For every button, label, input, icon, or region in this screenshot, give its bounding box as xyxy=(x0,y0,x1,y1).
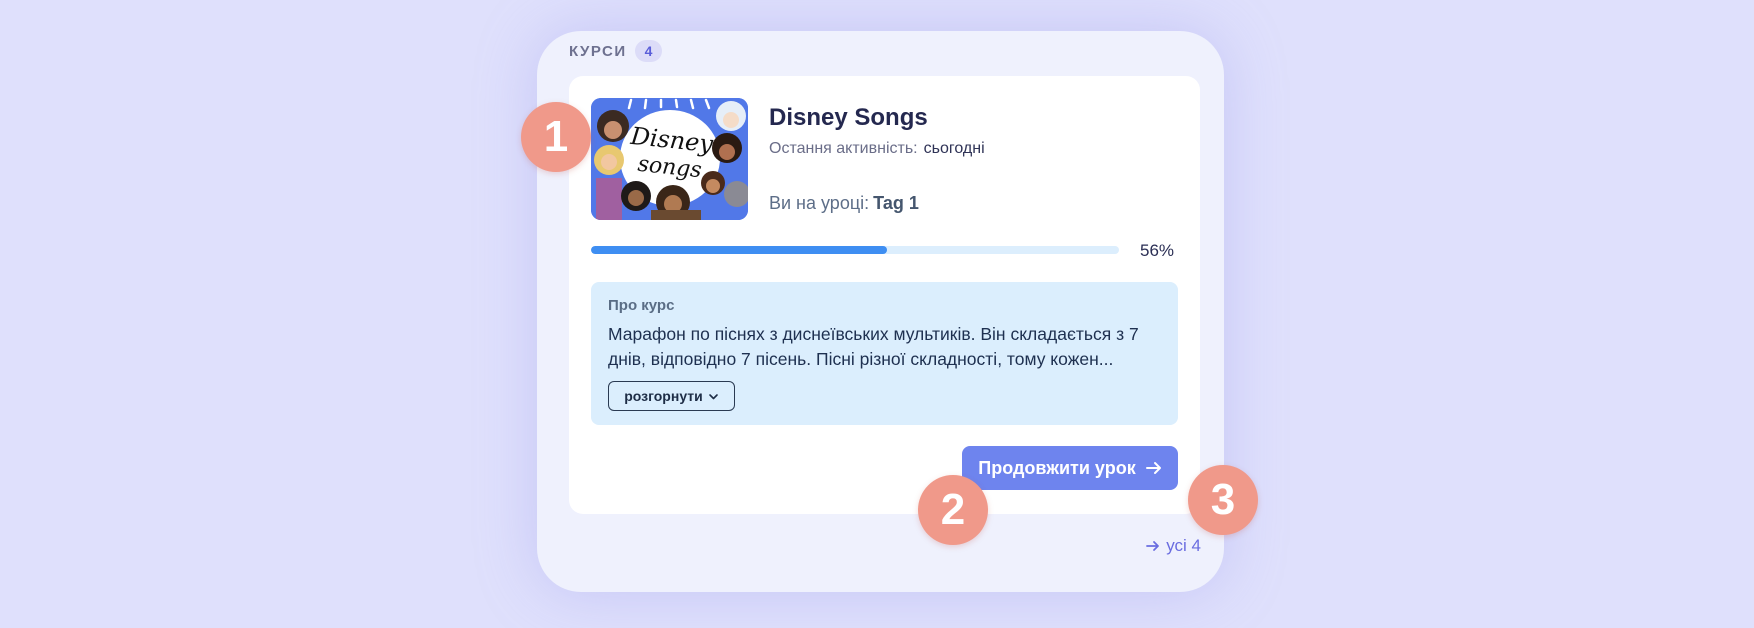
about-course-box: Про курс Марафон по піснях з диснеївськи… xyxy=(591,282,1178,425)
progress-percent: 56% xyxy=(1140,241,1175,260)
last-activity: Остання активність: сьогодні xyxy=(769,140,985,158)
arrow-right-icon xyxy=(1145,462,1161,474)
all-courses-label: усі 4 xyxy=(1166,536,1201,555)
progress-bar-fill xyxy=(591,246,887,254)
last-activity-label: Остання активність: xyxy=(769,140,918,157)
thumbnail-art: Disney songs xyxy=(591,98,748,220)
expand-button[interactable]: розгорнути xyxy=(608,381,735,411)
panel-title: КУРСИ xyxy=(569,42,627,60)
continue-lesson-button[interactable]: Продовжити урок xyxy=(962,446,1178,490)
progress-bar xyxy=(591,246,1119,254)
callout-marker-2: 2 xyxy=(918,475,988,545)
arrow-right-icon xyxy=(1146,541,1160,551)
about-course-label: Про курс xyxy=(608,297,675,314)
courses-panel: КУРСИ 4 Disney songs Disney Songs Останн… xyxy=(537,31,1224,592)
last-activity-value: сьогодні xyxy=(923,140,985,157)
current-lesson-value: Tag 1 xyxy=(873,193,919,213)
current-lesson-label: Ви на уроці: xyxy=(769,193,870,213)
course-card: Disney songs Disney Songs Остання активн… xyxy=(569,76,1200,514)
courses-count-badge: 4 xyxy=(634,40,663,62)
current-lesson: Ви на уроці: Tag 1 xyxy=(769,193,919,214)
panel-header: КУРСИ 4 xyxy=(569,40,663,62)
about-course-text: Марафон по піснях з диснеївських мультик… xyxy=(608,324,1139,369)
callout-marker-3: 3 xyxy=(1188,465,1258,535)
callout-marker-1: 1 xyxy=(521,102,591,172)
chevron-down-icon xyxy=(708,393,718,399)
course-title[interactable]: Disney Songs xyxy=(769,104,928,132)
expand-button-label: розгорнути xyxy=(624,388,703,404)
course-thumbnail[interactable]: Disney songs xyxy=(591,98,748,220)
continue-lesson-label: Продовжити урок xyxy=(978,457,1136,478)
all-courses-link[interactable]: усі 4 xyxy=(1146,536,1201,556)
